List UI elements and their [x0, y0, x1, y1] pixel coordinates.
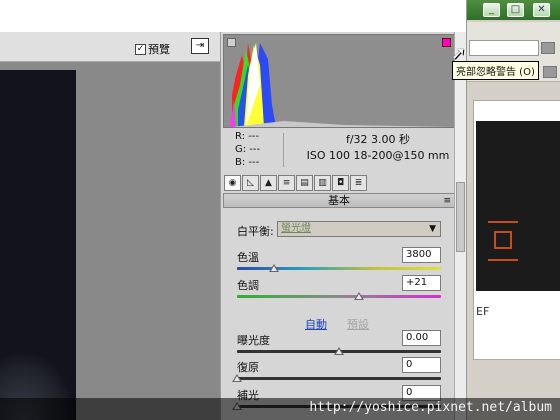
tab-tone-curve[interactable]: ◺ [242, 175, 259, 191]
tint-label: 色調 [237, 279, 259, 292]
tint-slider[interactable] [237, 292, 441, 300]
camera-settings: f/32 3.00 秒 ISO 100 18-200@150 mm [303, 132, 453, 164]
panel-scrollbar[interactable] [454, 32, 466, 420]
background-search-field[interactable] [469, 40, 539, 56]
exif-readout: R: --- G: --- B: --- f/32 3.00 秒 ISO 100… [223, 130, 455, 172]
section-title: 基本 [328, 194, 350, 207]
white-balance-value: 螢光燈 [281, 223, 311, 234]
temperature-label: 色溫 [237, 251, 259, 264]
dialog-header [0, 0, 466, 32]
auto-default-links: 自動 預設 [305, 316, 369, 332]
check-icon[interactable]: ✓ [135, 43, 146, 55]
thumbnail-filename: EF [476, 305, 490, 318]
fullscreen-toggle-button[interactable]: ⇥ [191, 38, 209, 54]
bridge-lights-graphic [488, 221, 518, 261]
scrollbar-thumb[interactable] [456, 182, 465, 252]
tab-hsl[interactable]: ≡ [278, 175, 295, 191]
histogram-graph [230, 41, 454, 127]
blue-value: B: --- [235, 157, 260, 168]
temperature-slider-thumb[interactable] [268, 264, 279, 272]
highlight-clipping-warning-toggle[interactable] [442, 38, 451, 47]
preview-checkbox[interactable]: ✓ 預覽 [135, 41, 170, 57]
trash-icon[interactable] [543, 66, 557, 78]
preview-label: 預覽 [148, 43, 170, 56]
preview-photo [0, 70, 76, 420]
adjustment-panel: R: --- G: --- B: --- f/32 3.00 秒 ISO 100… [220, 32, 455, 420]
recovery-slider-thumb[interactable] [232, 374, 242, 382]
watermark-bar: http://yoshice.pixnet.net/album [0, 398, 560, 420]
background-tool-icon[interactable] [541, 42, 555, 54]
tab-lens-corrections[interactable]: ▥ [314, 175, 331, 191]
exposure-slider[interactable] [237, 347, 441, 355]
panel-tabs: ◉ ◺ ▲ ≡ ▤ ▥ ◘ ≣ [223, 175, 455, 192]
temperature-input[interactable]: 3800 [402, 247, 441, 263]
exposure-input[interactable]: 0.00 [402, 330, 441, 346]
green-value: G: --- [235, 144, 261, 155]
image-preview[interactable] [0, 62, 220, 420]
exposure-slider-thumb[interactable] [334, 347, 344, 355]
recovery-label: 復原 [237, 361, 259, 374]
panel-menu-icon[interactable]: ≡ [443, 195, 451, 208]
histogram [223, 34, 455, 128]
temperature-slider[interactable] [237, 264, 441, 272]
rgb-readout: R: --- G: --- B: --- [235, 130, 285, 169]
preview-toolbar: ✓ 預覽 ⇥ [0, 32, 220, 62]
tint-slider-thumb[interactable] [354, 292, 365, 300]
default-link[interactable]: 預設 [347, 316, 369, 332]
background-thumbnail[interactable] [476, 121, 560, 291]
watermark-url: http://yoshice.pixnet.net/album [309, 400, 552, 415]
recovery-input[interactable]: 0 [402, 357, 441, 373]
highlight-warning-tooltip: 亮部忽略警告 (O) [452, 61, 539, 80]
tab-split-toning[interactable]: ▤ [296, 175, 313, 191]
aperture-shutter: f/32 3.00 秒 [345, 133, 411, 146]
section-header: 基本 ≡ [223, 193, 455, 208]
readout-divider [283, 133, 284, 167]
tint-input[interactable]: +21 [402, 275, 441, 291]
maximize-button[interactable]: □ [507, 3, 524, 17]
minimize-button[interactable]: _ [483, 3, 500, 17]
tab-camera-calibration[interactable]: ◘ [332, 175, 349, 191]
white-balance-select[interactable]: 螢光燈 ▼ [277, 221, 441, 237]
tab-presets[interactable]: ≣ [350, 175, 367, 191]
iso-lens: ISO 100 18-200@150 mm [306, 149, 450, 162]
camera-raw-dialog: ✓ 預覽 ⇥ R: --- G: --- B: --- f/32 3.00 秒 … [0, 0, 466, 420]
white-balance-label: 白平衡: [237, 225, 274, 238]
recovery-slider[interactable] [232, 374, 441, 382]
red-value: R: --- [235, 131, 260, 142]
close-button[interactable]: ✕ [533, 3, 550, 17]
background-thumbnail-panel: EF [473, 100, 560, 360]
tab-detail[interactable]: ▲ [260, 175, 277, 191]
auto-link[interactable]: 自動 [305, 318, 327, 331]
background-titlebar: _ □ ✕ [467, 0, 560, 20]
exposure-label: 曝光度 [237, 334, 270, 347]
tab-basic[interactable]: ◉ [224, 175, 241, 191]
chevron-down-icon: ▼ [429, 224, 436, 234]
shadow-clipping-warning-toggle[interactable] [227, 38, 236, 47]
